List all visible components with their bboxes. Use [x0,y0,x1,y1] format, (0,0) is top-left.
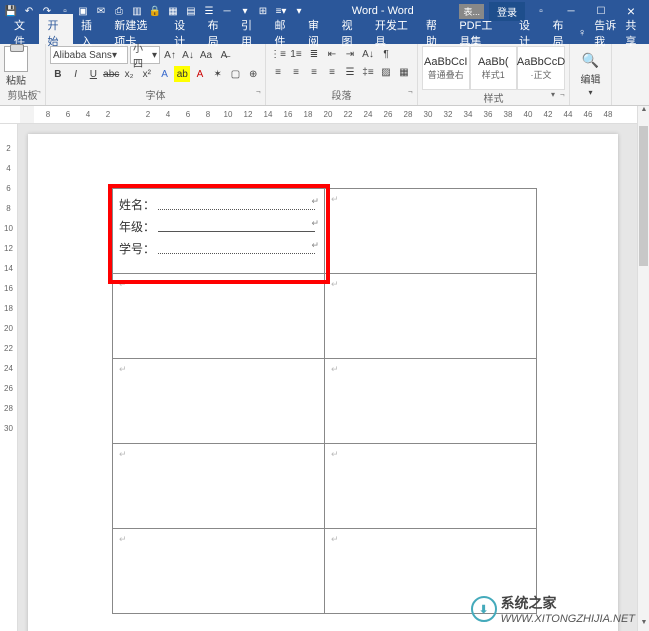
multilevel-icon[interactable]: ≣ [306,46,322,62]
editing-dropdown[interactable]: 编辑 [581,71,601,86]
shrink-font-icon[interactable]: A↓ [180,47,196,63]
document-table[interactable]: 姓名： 年级： 学号： ↵ ↵↵ ↵↵ ↵↵ ↵↵ [112,188,537,614]
solid-underline[interactable] [158,220,315,232]
find-icon[interactable]: 🔍 [582,52,599,69]
align-right-icon[interactable]: ≡ [306,64,322,80]
dotted-underline[interactable] [158,198,315,210]
ribbon: 粘贴 剪贴板 Alibaba Sans▾ 小四▾ A↑ A↓ Aa A̶ B I… [0,44,649,106]
style-item-2[interactable]: AaBbCcD ·正文 [517,46,565,90]
font-color-icon[interactable]: A [192,66,208,82]
tell-me-icon[interactable]: ♀ [578,27,586,39]
field-id: 学号： [119,237,318,259]
watermark: ⬇ 系统之家 WWW.XITONGZHIJIA.NET [471,593,635,625]
bullets-icon[interactable]: ⋮≡ [270,46,286,62]
align-center-icon[interactable]: ≡ [288,64,304,80]
group-styles: AaBbCcI 普通叠右 AaBb( 样式1 AaBbCcD ·正文 样式 [418,44,570,105]
font-name-select[interactable]: Alibaba Sans▾ [50,46,128,64]
group-paragraph: ⋮≡ 1≡ ≣ ⇤ ⇥ A↓ ¶ ≡ ≡ ≡ ≡ ☰ ‡≡ ▨ ▦ 段落 [266,44,418,105]
clipboard-icon [4,46,28,72]
line-spacing-icon[interactable]: ‡≡ [360,64,376,80]
border-char-icon[interactable]: ▢ [228,66,244,82]
table-cell-1-1[interactable]: ↵ [325,274,537,359]
indent-left-icon[interactable]: ⇤ [324,46,340,62]
strike-button[interactable]: abc [103,66,119,82]
scroll-down-icon[interactable]: ▼ [638,619,649,631]
group-label-font: 字体 [50,87,261,103]
style-item-0[interactable]: AaBbCcI 普通叠右 [422,46,470,90]
paste-button[interactable]: 粘贴 [4,46,28,87]
bold-button[interactable]: B [50,66,66,82]
horizontal-ruler[interactable]: 8642246810121416182022242628303234363840… [0,106,649,124]
chevron-down-icon[interactable]: ▾ [588,88,592,97]
table-cell-1-0[interactable]: ↵ [113,274,325,359]
page[interactable]: 姓名： 年级： 学号： ↵ ↵↵ ↵↵ ↵↵ ↵↵ [28,134,618,631]
scrollbar-thumb[interactable] [639,126,648,266]
show-marks-icon[interactable]: ¶ [378,46,394,62]
table-cell-4-0[interactable]: ↵ [113,529,325,614]
justify-icon[interactable]: ≡ [324,64,340,80]
superscript-button[interactable]: x² [139,66,155,82]
table-cell-3-0[interactable]: ↵ [113,444,325,529]
text-effects-icon[interactable]: A [157,66,173,82]
clear-format-icon[interactable]: A̶ [216,47,232,63]
distribute-icon[interactable]: ☰ [342,64,358,80]
group-editing: 🔍 编辑 ▾ [570,44,612,105]
table-cell-2-0[interactable]: ↵ [113,359,325,444]
numbering-icon[interactable]: 1≡ [288,46,304,62]
italic-button[interactable]: I [68,66,84,82]
align-left-icon[interactable]: ≡ [270,64,286,80]
field-grade: 年级： [119,215,318,237]
document-area: 24681012141618202224262830 姓名： 年级： 学号： [0,124,637,631]
underline-button[interactable]: U [85,66,101,82]
indent-right-icon[interactable]: ⇥ [342,46,358,62]
field-name: 姓名： [119,193,318,215]
group-label-styles: 样式 [422,90,565,106]
table-cell-0-1[interactable]: ↵ [325,189,537,274]
vertical-ruler[interactable]: 24681012141618202224262830 [0,124,18,631]
ribbon-tabs: 文件 开始 插入 新建选项卡 设计 布局 引用 邮件 审阅 视图 开发工具 帮助… [0,22,649,44]
scroll-up-icon[interactable]: ▲ [638,106,649,118]
grow-font-icon[interactable]: A↑ [162,47,178,63]
highlight-icon[interactable]: ab [174,66,190,82]
subscript-button[interactable]: x₂ [121,66,137,82]
dotted-underline[interactable] [158,242,315,254]
sort-icon[interactable]: A↓ [360,46,376,62]
font-size-select[interactable]: 小四▾ [130,46,160,64]
change-case-icon[interactable]: Aa [198,47,214,63]
vertical-scrollbar[interactable]: ▲ ▼ [637,106,649,631]
group-label-clipboard: 剪贴板 [4,87,41,103]
table-cell-3-1[interactable]: ↵ [325,444,537,529]
borders-icon[interactable]: ▦ [396,64,412,80]
share-button[interactable]: 共享 [625,17,640,49]
group-clipboard: 粘贴 剪贴板 [0,44,46,105]
shading-icon[interactable]: ▨ [378,64,394,80]
enclose-char-icon[interactable]: ⊕ [245,66,261,82]
watermark-logo-icon: ⬇ [471,596,497,622]
table-cell-2-1[interactable]: ↵ [325,359,537,444]
style-item-1[interactable]: AaBb( 样式1 [470,46,518,90]
pinyin-icon[interactable]: ✶ [210,66,226,82]
group-font: Alibaba Sans▾ 小四▾ A↑ A↓ Aa A̶ B I U abc … [46,44,266,105]
group-label-paragraph: 段落 [270,87,413,103]
table-cell-0-0[interactable]: 姓名： 年级： 学号： [113,189,325,274]
